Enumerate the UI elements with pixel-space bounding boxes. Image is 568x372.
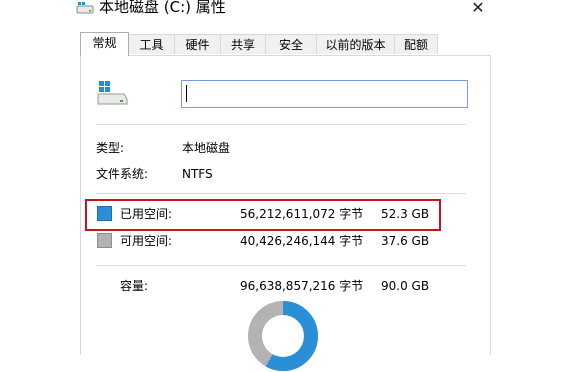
- capacity-bytes: 96,638,857,216 字节: [240, 279, 364, 293]
- type-value: 本地磁盘: [182, 141, 231, 155]
- capacity-label: 容量:: [120, 279, 149, 293]
- close-icon: ✕: [471, 0, 485, 17]
- tab-hardware[interactable]: 硬件: [174, 34, 221, 54]
- highlight-box: [85, 199, 441, 231]
- tab-label: 共享: [230, 38, 255, 52]
- free-space-size: 37.6 GB: [381, 234, 430, 248]
- type-label: 类型:: [96, 141, 125, 155]
- usage-donut: [248, 301, 318, 371]
- tab-label: 配额: [403, 38, 428, 52]
- capacity-size: 90.0 GB: [381, 279, 430, 293]
- tab-sharing[interactable]: 共享: [220, 34, 266, 54]
- free-space-swatch: [97, 233, 112, 248]
- drive-icon: [76, 2, 94, 14]
- tab-label: 常规: [92, 36, 117, 50]
- divider: [96, 265, 466, 266]
- filesystem-label: 文件系统:: [96, 167, 149, 181]
- free-space-bytes: 40,426,246,144 字节: [240, 234, 364, 248]
- title-bar: 本地磁盘 (C:) 属性 ✕: [0, 0, 568, 24]
- window-title: 本地磁盘 (C:) 属性: [99, 0, 226, 16]
- tab-tools[interactable]: 工具: [128, 34, 175, 54]
- windows-drive-icon: [97, 81, 128, 105]
- divider: [96, 193, 466, 194]
- tab-label: 硬件: [185, 38, 210, 52]
- tab-label: 工具: [139, 38, 164, 52]
- drive-name-input[interactable]: [181, 80, 468, 108]
- tab-previous-versions[interactable]: 以前的版本: [316, 34, 395, 54]
- tab-strip: 常规 工具 硬件 共享 安全 以前的版本 配额: [80, 32, 500, 56]
- tab-label: 以前的版本: [325, 38, 386, 52]
- text-caret: [186, 85, 187, 102]
- tab-security[interactable]: 安全: [265, 34, 317, 54]
- filesystem-value: NTFS: [182, 167, 213, 181]
- tab-quota[interactable]: 配额: [394, 34, 438, 54]
- tab-general[interactable]: 常规: [80, 32, 129, 56]
- free-space-label: 可用空间:: [120, 234, 173, 248]
- tab-label: 安全: [278, 38, 303, 52]
- close-button[interactable]: ✕: [464, 0, 492, 18]
- divider: [96, 124, 466, 125]
